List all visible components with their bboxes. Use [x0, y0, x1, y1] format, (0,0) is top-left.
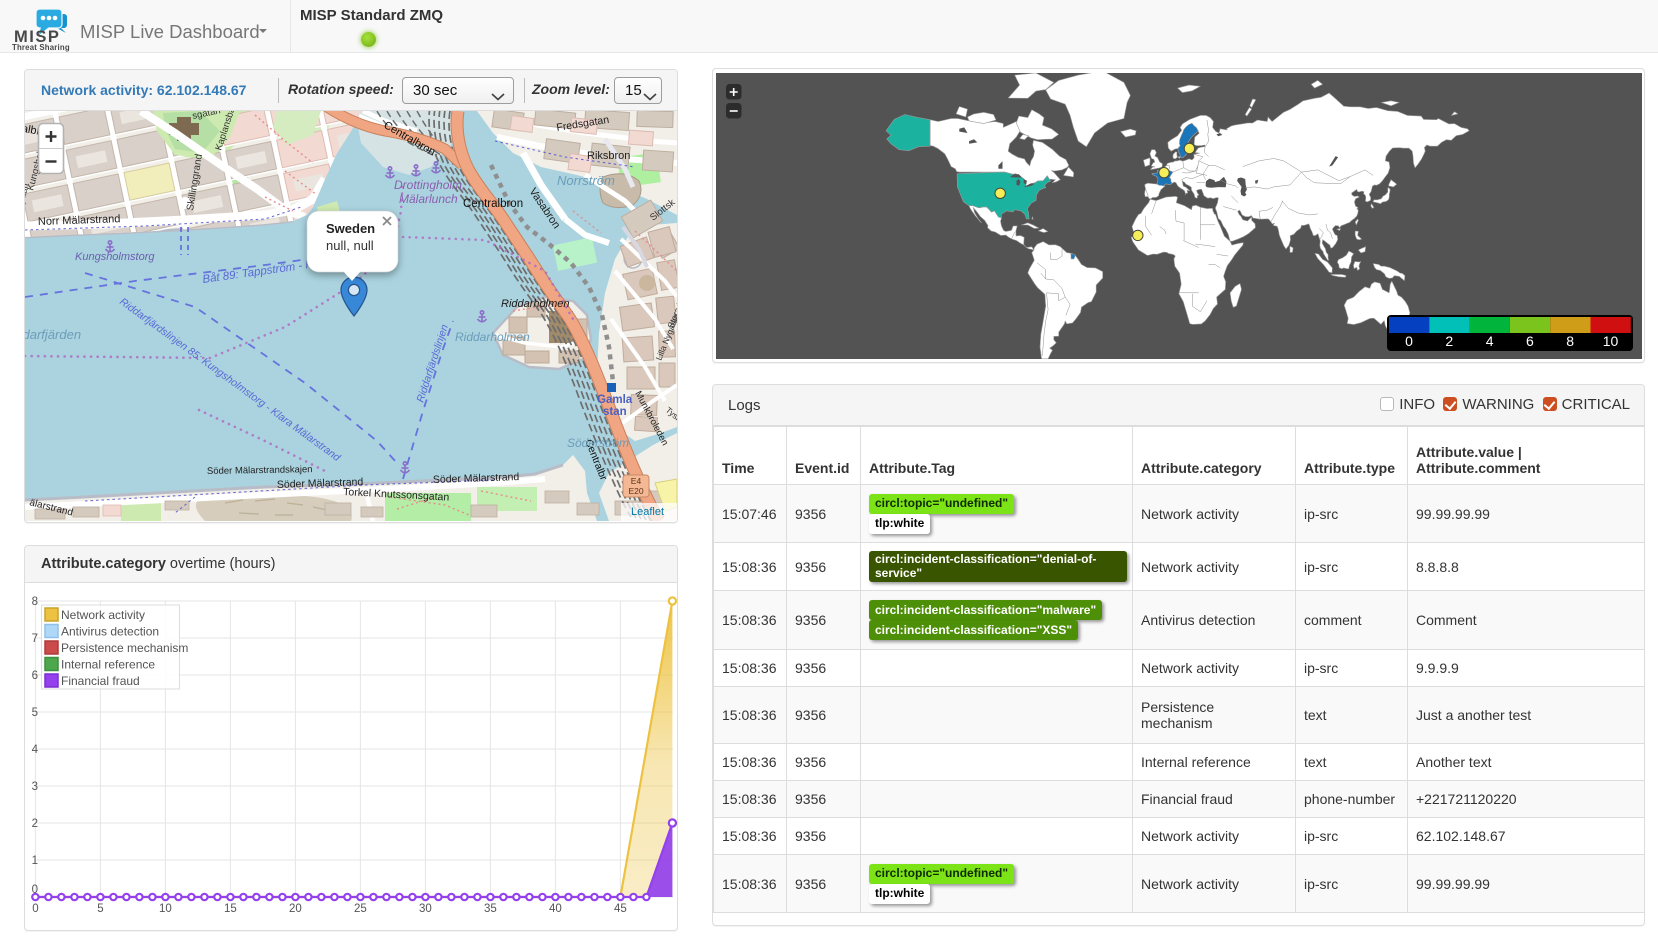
svg-text:10: 10 [159, 903, 172, 915]
svg-text:Persistence mechanism: Persistence mechanism [61, 641, 188, 655]
svg-text:Drottingholm,: Drottingholm, [394, 178, 465, 192]
svg-text:Söder Mälarstrandskajen: Söder Mälarstrandskajen [207, 464, 313, 477]
svg-text:E20: E20 [628, 486, 643, 496]
svg-text:Antivirus detection: Antivirus detection [61, 625, 159, 639]
svg-text:5: 5 [97, 903, 103, 915]
svg-text:Financial fraud: Financial fraud [61, 674, 140, 688]
svg-text:10: 10 [1603, 333, 1619, 349]
svg-text:25: 25 [354, 903, 367, 915]
svg-text:4: 4 [32, 744, 39, 756]
svg-text:Riddarfjärden: Riddarfjärden [25, 327, 81, 342]
svg-text:0: 0 [1405, 333, 1413, 349]
svg-text:Centralbron: Centralbron [463, 198, 523, 210]
svg-text:2: 2 [32, 818, 38, 830]
svg-text:Mälarlunch: Mälarlunch [399, 192, 458, 206]
svg-text:3: 3 [32, 781, 38, 793]
svg-text:6: 6 [32, 670, 38, 682]
svg-text:5: 5 [32, 707, 38, 719]
svg-text:Gamla: Gamla [597, 394, 633, 406]
svg-text:Leaflet: Leaflet [631, 506, 664, 518]
svg-text:null, null: null, null [326, 238, 374, 253]
svg-text:Riksbron: Riksbron [587, 150, 630, 162]
svg-text:2: 2 [1445, 333, 1453, 349]
svg-text:8: 8 [32, 596, 38, 608]
svg-text:Network activity: Network activity [61, 608, 145, 622]
svg-text:stan: stan [603, 406, 627, 418]
svg-text:35: 35 [484, 903, 497, 915]
svg-text:30: 30 [419, 903, 432, 915]
svg-text:Riddarholmen: Riddarholmen [455, 330, 530, 344]
svg-text:8: 8 [1566, 333, 1574, 349]
svg-text:40: 40 [549, 903, 562, 915]
svg-text:Söderström: Söderström [567, 436, 629, 450]
svg-text:15: 15 [224, 903, 237, 915]
svg-text:20: 20 [289, 903, 302, 915]
svg-text:6: 6 [1526, 333, 1534, 349]
svg-text:45: 45 [614, 903, 627, 915]
svg-text:4: 4 [1486, 333, 1494, 349]
svg-text:0: 0 [32, 903, 38, 915]
svg-text:Kungsholmstorg: Kungsholmstorg [75, 251, 155, 263]
svg-text:E4: E4 [631, 476, 642, 486]
svg-text:1: 1 [32, 855, 38, 867]
svg-text:Norrström: Norrström [557, 173, 615, 188]
svg-text:Riddarholmen: Riddarholmen [501, 298, 569, 310]
svg-text:Sweden: Sweden [326, 221, 375, 236]
svg-text:Internal reference: Internal reference [61, 658, 155, 672]
svg-text:7: 7 [32, 633, 38, 645]
svg-text:Threat Sharing: Threat Sharing [12, 43, 70, 52]
